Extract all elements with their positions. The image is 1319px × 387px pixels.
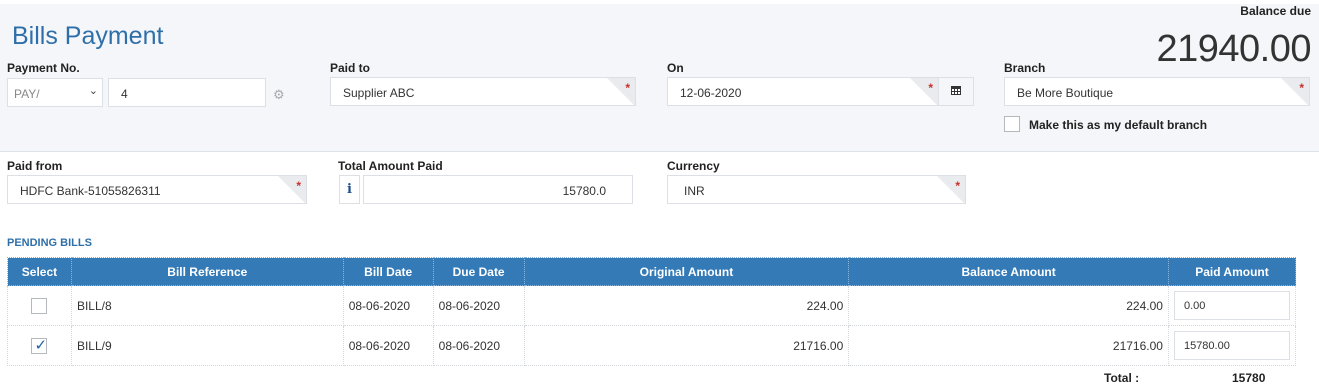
paid-to-value: Supplier ABC xyxy=(343,86,415,100)
row-select-checkbox[interactable] xyxy=(31,297,48,314)
info-button[interactable]: i xyxy=(339,175,360,204)
payment-number-input[interactable]: 4 xyxy=(108,78,266,107)
required-star: * xyxy=(296,179,301,193)
currency-field[interactable]: INR * xyxy=(667,175,966,204)
original-amount: 21716.00 xyxy=(523,325,850,366)
info-icon: i xyxy=(347,182,352,197)
checkmark-icon: ✓ xyxy=(34,336,48,354)
col-original-amount: Original Amount xyxy=(523,257,850,286)
branch-field[interactable]: Be More Boutique * xyxy=(1004,77,1310,106)
required-star: * xyxy=(928,81,933,95)
paid-from-value: HDFC Bank-51055826311 xyxy=(20,184,161,198)
total-amount-paid-value: 15780.0 xyxy=(562,184,606,198)
default-branch-checkbox[interactable] xyxy=(1004,116,1020,132)
total-amount-paid-label: Total Amount Paid xyxy=(338,159,443,173)
paid-from-label: Paid from xyxy=(7,159,63,173)
currency-label: Currency xyxy=(667,159,720,173)
required-corner xyxy=(910,78,938,105)
page-title: Bills Payment xyxy=(12,22,164,50)
col-bill-reference: Bill Reference xyxy=(70,257,344,286)
calendar-button[interactable] xyxy=(938,77,974,106)
paid-amount-value: 15780.00 xyxy=(1183,340,1230,352)
paid-amount-input[interactable]: 0.00 xyxy=(1173,291,1290,320)
paid-amount-cell: 0.00 xyxy=(1167,285,1297,326)
payment-prefix-select[interactable]: PAY/ ⌄ xyxy=(7,78,103,107)
select-cell: ✓ xyxy=(7,325,72,366)
col-select: Select xyxy=(7,257,72,286)
paid-amount-value: 0.00 xyxy=(1183,300,1206,312)
bill-reference: BILL/9 xyxy=(70,325,344,366)
total-amount-paid-input[interactable]: 15780.0 xyxy=(363,175,633,204)
payment-number-value: 4 xyxy=(121,87,128,101)
col-due-date: Due Date xyxy=(432,257,525,286)
required-corner xyxy=(278,176,306,203)
currency-value: INR xyxy=(684,184,705,198)
balance-amount: 21716.00 xyxy=(848,325,1169,366)
total-label: Total : xyxy=(1104,371,1140,385)
paid-to-label: Paid to xyxy=(330,61,371,75)
calendar-icon xyxy=(951,86,961,95)
col-paid-amount: Paid Amount xyxy=(1167,257,1297,286)
bill-date: 08-06-2020 xyxy=(342,285,434,326)
required-star: * xyxy=(625,81,630,95)
required-star: * xyxy=(1299,81,1304,95)
required-corner xyxy=(607,78,635,105)
total-value: 15780 xyxy=(1232,371,1266,385)
bill-reference: BILL/8 xyxy=(70,285,344,326)
pending-bills-title: PENDING BILLS xyxy=(7,237,92,249)
on-date-label: On xyxy=(667,61,684,75)
paid-amount-input[interactable]: 15780.00 xyxy=(1173,331,1290,360)
required-star: * xyxy=(955,179,960,193)
on-date-field[interactable]: 12-06-2020 * xyxy=(667,77,939,106)
balance-due-value: 21940.00 xyxy=(1156,28,1312,70)
required-corner xyxy=(1281,78,1309,105)
row-select-checkbox[interactable]: ✓ xyxy=(31,336,48,354)
select-cell xyxy=(7,285,72,326)
due-date: 08-06-2020 xyxy=(432,325,525,366)
pending-bills-table: Select Bill Reference Bill Date Due Date… xyxy=(7,257,1297,366)
chevron-down-icon: ⌄ xyxy=(88,85,98,97)
payment-prefix-value: PAY/ xyxy=(14,87,40,101)
table-row: BILL/8 08-06-2020 08-06-2020 224.00 224.… xyxy=(7,285,1297,326)
gear-icon[interactable]: ⚙ xyxy=(273,87,285,103)
payment-no-label: Payment No. xyxy=(7,61,80,75)
col-balance-amount: Balance Amount xyxy=(848,257,1169,286)
paid-amount-cell: 15780.00 xyxy=(1167,325,1297,366)
original-amount: 224.00 xyxy=(523,285,850,326)
required-corner xyxy=(937,176,965,203)
balance-due-label: Balance due xyxy=(1240,4,1311,18)
paid-from-field[interactable]: HDFC Bank-51055826311 * xyxy=(7,175,307,204)
default-branch-label: Make this as my default branch xyxy=(1029,118,1208,132)
branch-value: Be More Boutique xyxy=(1017,86,1114,100)
branch-label: Branch xyxy=(1004,61,1046,75)
balance-amount: 224.00 xyxy=(848,285,1169,326)
due-date: 08-06-2020 xyxy=(432,285,525,326)
paid-to-field[interactable]: Supplier ABC * xyxy=(330,77,636,106)
on-date-value: 12-06-2020 xyxy=(680,86,742,100)
bill-date: 08-06-2020 xyxy=(342,325,434,366)
table-row: ✓ BILL/9 08-06-2020 08-06-2020 21716.00 … xyxy=(7,325,1297,366)
col-bill-date: Bill Date xyxy=(342,257,434,286)
table-header-row: Select Bill Reference Bill Date Due Date… xyxy=(7,257,1297,286)
